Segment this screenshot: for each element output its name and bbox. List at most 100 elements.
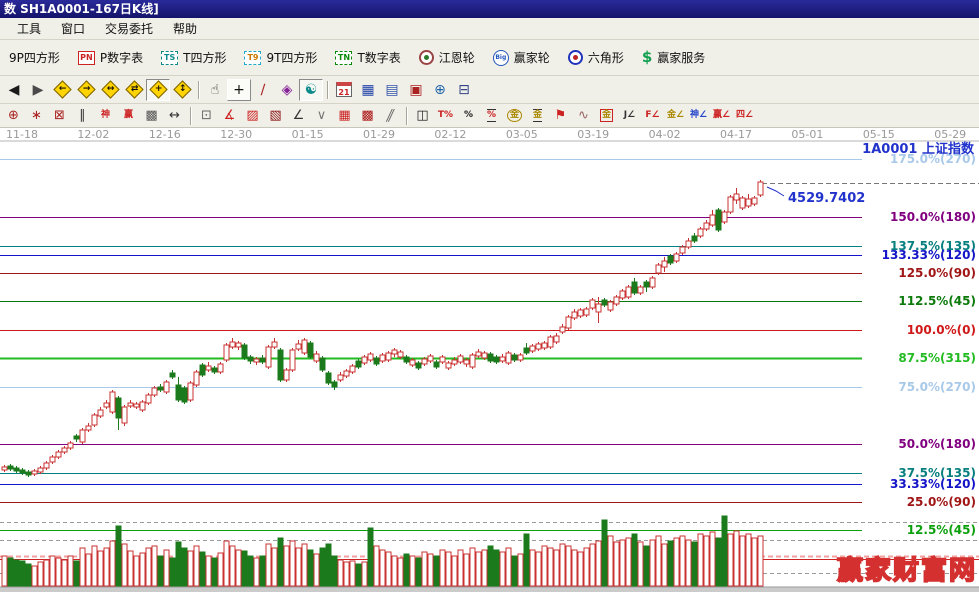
stamp-tool-icon[interactable]: ◈ bbox=[275, 79, 299, 101]
hand-tool-icon[interactable]: ☝ bbox=[203, 79, 227, 101]
angle-lines-icon[interactable]: ∠ bbox=[287, 106, 310, 126]
gann-fan-box-icon[interactable]: ▨ bbox=[241, 106, 264, 126]
j-angle-icon[interactable]: J∠ bbox=[618, 106, 641, 126]
shen-grid-icon[interactable]: 神 bbox=[94, 106, 117, 126]
volume-bar bbox=[554, 550, 559, 586]
pattern-tool-icon[interactable]: ☯ bbox=[299, 79, 323, 101]
box-tool-icon[interactable]: ⊡ bbox=[195, 106, 218, 126]
calculator-icon[interactable]: ▦ bbox=[356, 79, 380, 101]
volume-bar bbox=[458, 550, 463, 586]
four-angle-icon[interactable]: 四∠ bbox=[733, 106, 756, 126]
diamond-allways-icon[interactable]: + bbox=[146, 79, 170, 101]
gann-circle-icon[interactable]: ⊕ bbox=[2, 106, 25, 126]
candle-body bbox=[374, 358, 379, 364]
wave-icon[interactable]: ∿ bbox=[572, 106, 595, 126]
t-percent-icon[interactable]: T% bbox=[434, 106, 457, 126]
btn-gann-wheel-label: 江恩轮 bbox=[439, 49, 475, 66]
flag-icon[interactable]: ⚑ bbox=[549, 106, 572, 126]
menu-help[interactable]: 帮助 bbox=[164, 18, 206, 39]
btn-gann-wheel[interactable]: 江恩轮 bbox=[410, 46, 484, 69]
diamond-left-icon[interactable]: ← bbox=[50, 79, 74, 101]
f-angle-icon[interactable]: F∠ bbox=[641, 106, 664, 126]
candle-body bbox=[620, 291, 625, 298]
candle-body bbox=[128, 403, 133, 406]
candle-body bbox=[350, 366, 355, 372]
measure-icon[interactable]: ↔ bbox=[163, 106, 186, 126]
candle-body bbox=[74, 436, 79, 439]
candle-body bbox=[734, 194, 739, 200]
save-icon[interactable]: ▣ bbox=[404, 79, 428, 101]
red-grid-icon-glyph: ▦ bbox=[338, 109, 350, 122]
volume-bar bbox=[248, 556, 253, 586]
btn-winner-wheel[interactable]: Big赢家轮 bbox=[484, 46, 559, 69]
candle-body bbox=[428, 356, 433, 361]
btn-p-table[interactable]: PNP数字表 bbox=[69, 46, 152, 69]
gold-lines-icon[interactable]: 金 bbox=[526, 106, 549, 126]
btn-winner-service[interactable]: $赢家服务 bbox=[633, 46, 714, 69]
forward-icon[interactable]: ▶ bbox=[26, 79, 50, 101]
diamond-vexpand-icon[interactable]: ↕ bbox=[170, 79, 194, 101]
gann-fan-box2-icon[interactable]: ▧ bbox=[264, 106, 287, 126]
gann-square-dots-icon[interactable]: ⊠ bbox=[48, 106, 71, 126]
candle-body bbox=[170, 373, 175, 377]
gann-level-label: 133.33%(120) bbox=[882, 248, 976, 262]
candle-body bbox=[92, 415, 97, 425]
red-grid-icon[interactable]: ▦ bbox=[333, 106, 356, 126]
candle-body bbox=[452, 360, 457, 364]
candle-body bbox=[434, 362, 439, 367]
gold-box-icon[interactable]: 金 bbox=[595, 106, 618, 126]
btn-t-table-icon: TN bbox=[335, 51, 352, 65]
volume-bar bbox=[380, 550, 385, 586]
volume-bar bbox=[134, 556, 139, 586]
export-web-icon[interactable]: ⊕ bbox=[428, 79, 452, 101]
diamond-right-icon[interactable]: → bbox=[74, 79, 98, 101]
ying-grid-icon[interactable]: 赢 bbox=[117, 106, 140, 126]
dense-grid-icon[interactable]: ▩ bbox=[140, 106, 163, 126]
diamond-hcollapse-icon[interactable]: ⇄ bbox=[122, 79, 146, 101]
vee-lines-icon[interactable]: ∨ bbox=[310, 106, 333, 126]
back-icon[interactable]: ◀ bbox=[2, 79, 26, 101]
crosshair-tool-icon[interactable]: + bbox=[227, 79, 251, 101]
btn-hexagon[interactable]: 六角形 bbox=[559, 46, 633, 69]
red-grid-sq-icon[interactable]: ▩ bbox=[356, 106, 379, 126]
candle-body bbox=[572, 312, 577, 318]
candle-body bbox=[758, 182, 763, 195]
notes-icon[interactable]: ▤ bbox=[380, 79, 404, 101]
menu-window[interactable]: 窗口 bbox=[52, 18, 94, 39]
gann-fan-icon[interactable]: ∡ bbox=[218, 106, 241, 126]
menu-trade[interactable]: 交易委托 bbox=[96, 18, 162, 39]
percent-lines-icon[interactable]: % bbox=[480, 106, 503, 126]
tick-lines-icon[interactable]: ∥ bbox=[71, 106, 94, 126]
print-icon[interactable]: ⊟ bbox=[452, 79, 476, 101]
chart-area[interactable]: 11-1812-0212-1612-3001-1501-2902-1203-05… bbox=[0, 128, 979, 592]
menu-tools[interactable]: 工具 bbox=[8, 18, 50, 39]
candle-body bbox=[326, 373, 331, 383]
volume-bar bbox=[254, 558, 259, 586]
candle-body bbox=[164, 382, 169, 392]
ying-angle-icon[interactable]: 赢∠ bbox=[710, 106, 733, 126]
bars-icon[interactable]: ◫ bbox=[411, 106, 434, 126]
btn-9t-square[interactable]: T99T四方形 bbox=[235, 46, 326, 69]
diamond-hexpand-icon[interactable]: ↔ bbox=[98, 79, 122, 101]
parallel-lines-icon[interactable]: ∥ bbox=[379, 106, 402, 126]
ying-grid-icon-glyph: 赢 bbox=[124, 111, 133, 120]
gann-level-label: 125.0%(90) bbox=[898, 266, 976, 280]
candle-body bbox=[230, 342, 235, 347]
calendar-icon[interactable]: 21 bbox=[332, 79, 356, 101]
percent-icon[interactable]: % bbox=[457, 106, 480, 126]
volume-bar bbox=[584, 548, 589, 586]
volume-bar bbox=[734, 531, 739, 586]
shen-angle-icon[interactable]: 神∠ bbox=[687, 106, 710, 126]
chart-svg[interactable]: 11-1812-0212-1612-3001-1501-2902-1203-05… bbox=[0, 128, 979, 592]
volume-bar bbox=[278, 538, 283, 586]
gann-star-icon[interactable]: ∗ bbox=[25, 106, 48, 126]
btn-t-square[interactable]: TST四方形 bbox=[152, 46, 235, 69]
btn-t-table[interactable]: TNT数字表 bbox=[326, 46, 409, 69]
volume-bar bbox=[668, 541, 673, 586]
gold-circle-icon[interactable]: 金 bbox=[503, 106, 526, 126]
trendline-tool-icon[interactable]: ∕ bbox=[251, 79, 275, 101]
candle-body bbox=[98, 410, 103, 416]
candle-body bbox=[740, 198, 745, 208]
btn-9p-square[interactable]: 9P四方形 bbox=[0, 46, 69, 69]
gold-angle-icon[interactable]: 金∠ bbox=[664, 106, 687, 126]
